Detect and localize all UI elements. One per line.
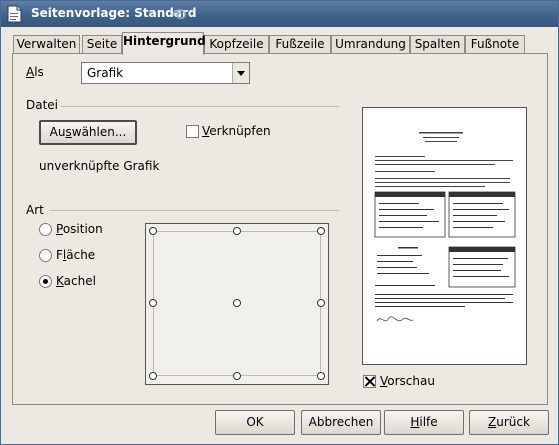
- position-handle-bottom-left[interactable]: [149, 372, 157, 380]
- preview-checkbox[interactable]: [363, 375, 376, 388]
- dialog-window: Seitenvorlage: Standard Verwalten Seite …: [0, 0, 559, 445]
- title-bar[interactable]: Seitenvorlage: Standard: [1, 1, 558, 27]
- tab-seite[interactable]: Seite: [82, 35, 122, 54]
- position-handle-left[interactable]: [149, 299, 157, 307]
- document-thumbnail: [374, 132, 516, 322]
- position-handle-bottom[interactable]: [233, 372, 241, 380]
- type-section-label: Art: [26, 203, 44, 217]
- position-handle-top[interactable]: [233, 227, 241, 235]
- document-icon: [7, 5, 22, 23]
- radio-kachel[interactable]: [39, 275, 52, 288]
- back-button[interactable]: Zurück: [469, 410, 549, 435]
- preview-checkbox-label[interactable]: Vorschau: [380, 374, 435, 388]
- position-handle-center[interactable]: [233, 299, 241, 307]
- tab-umrandung[interactable]: Umrandung: [331, 35, 410, 54]
- tab-kopfzeile[interactable]: Kopfzeile: [204, 35, 269, 54]
- tab-fussnote[interactable]: Fußnote: [465, 35, 525, 54]
- swirl-icon: [172, 9, 186, 19]
- browse-button[interactable]: Auswählen...: [39, 120, 137, 145]
- radio-position[interactable]: [39, 223, 52, 236]
- chevron-down-icon[interactable]: [232, 63, 249, 83]
- preview-pane: [362, 107, 527, 365]
- position-handle-bottom-right[interactable]: [317, 372, 325, 380]
- as-select[interactable]: Grafik: [81, 62, 250, 84]
- tab-verwalten[interactable]: Verwalten: [13, 35, 80, 54]
- signature-scribble: [376, 316, 414, 322]
- as-label: Als: [26, 65, 44, 79]
- position-selector[interactable]: [145, 223, 329, 385]
- tab-fusszeile[interactable]: Fußzeile: [269, 35, 331, 54]
- ok-button[interactable]: OK: [215, 410, 295, 435]
- radio-flaeche-label[interactable]: Fläche: [56, 248, 95, 262]
- type-divider: [49, 210, 339, 211]
- radio-position-label[interactable]: Position: [56, 222, 103, 236]
- file-divider: [61, 106, 339, 107]
- link-status-text: unverknüpfte Grafik: [39, 159, 160, 173]
- radio-flaeche[interactable]: [39, 249, 52, 262]
- as-select-value: Grafik: [87, 66, 124, 80]
- file-section-label: Datei: [26, 98, 59, 112]
- cancel-button[interactable]: Abbrechen: [301, 410, 381, 435]
- position-handle-top-left[interactable]: [149, 227, 157, 235]
- help-button[interactable]: Hilfe: [384, 410, 464, 435]
- tab-hintergrund[interactable]: Hintergrund: [122, 32, 206, 55]
- position-handle-top-right[interactable]: [317, 227, 325, 235]
- radio-kachel-label[interactable]: Kachel: [56, 274, 96, 288]
- link-checkbox[interactable]: [186, 125, 199, 138]
- position-handle-right[interactable]: [317, 299, 325, 307]
- link-checkbox-label[interactable]: Verknüpfen: [202, 124, 271, 138]
- tab-spalten[interactable]: Spalten: [410, 35, 465, 54]
